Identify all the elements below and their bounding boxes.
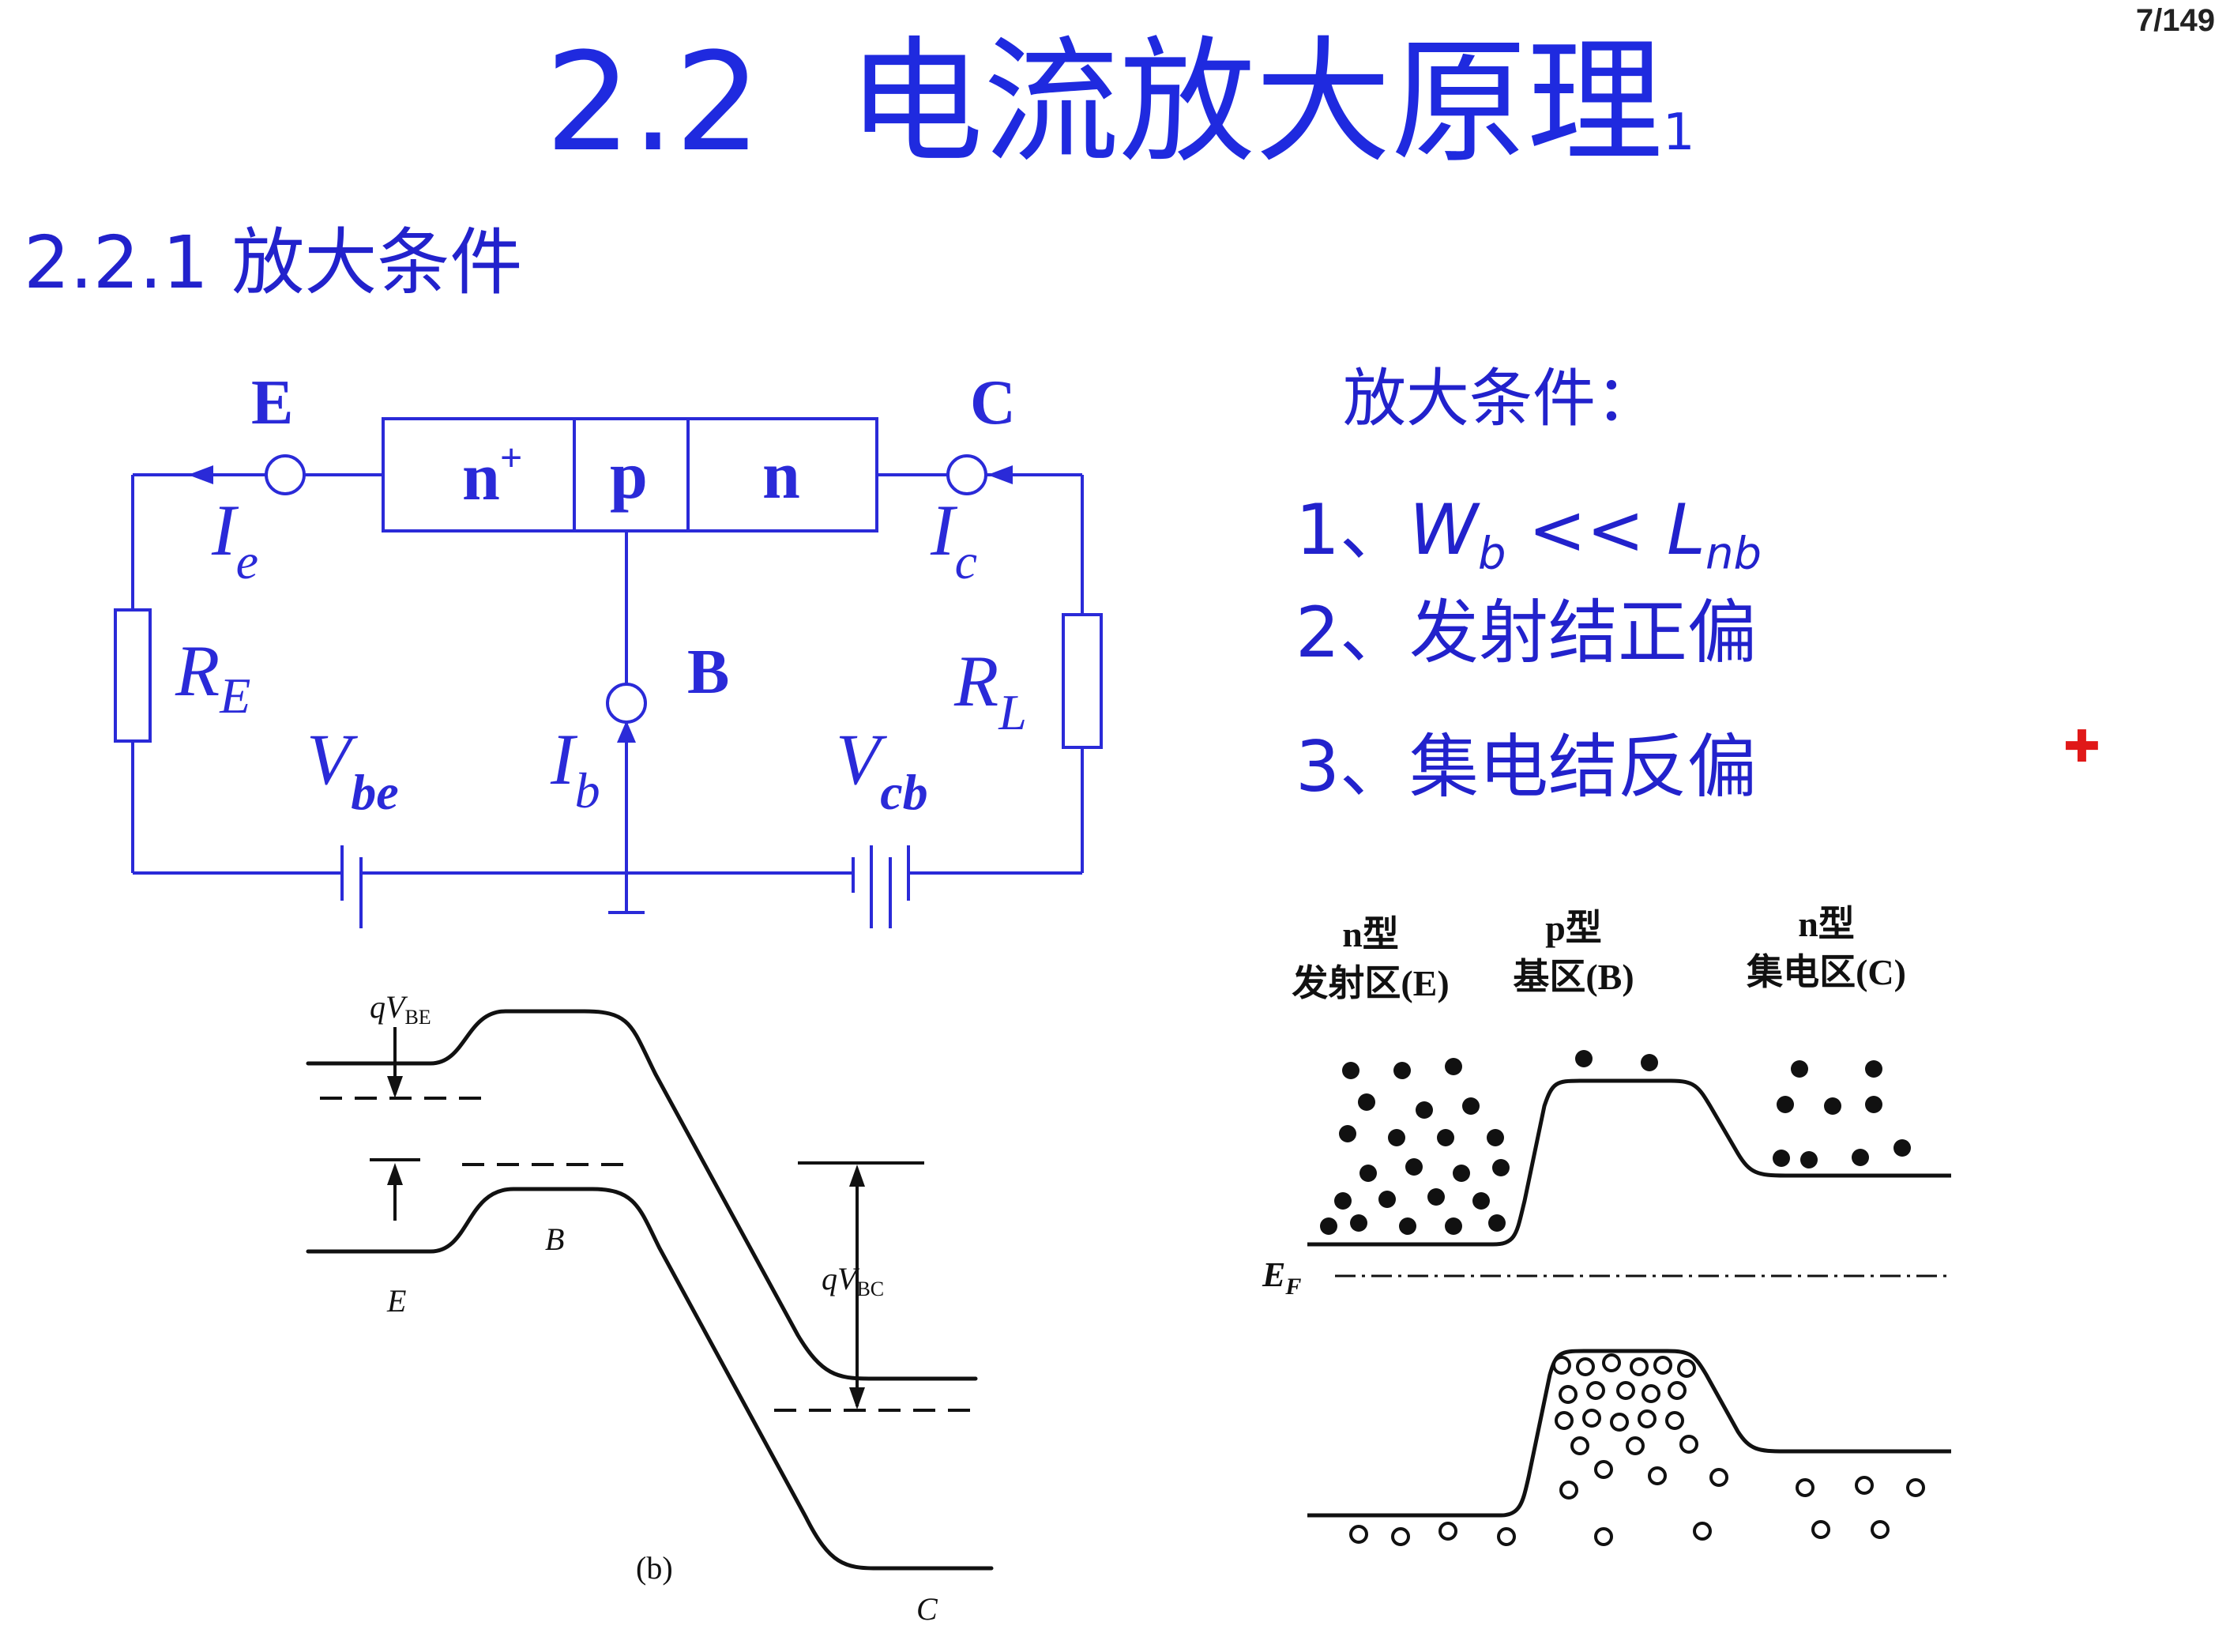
qvbc-arrowhead-down (849, 1387, 865, 1409)
condition-1-w-sub: b (1478, 528, 1506, 580)
page-counter: 7/149 (2135, 3, 2215, 38)
condition-1-l: L (1666, 489, 1706, 570)
conduction-band-edge (306, 1009, 978, 1381)
band-label-e: E (386, 1283, 406, 1319)
condition-1-l-sub: nb (1705, 528, 1762, 580)
qvbe-label: qVBE (370, 989, 431, 1029)
condition-2: 2、发射结正偏 (1296, 592, 1757, 673)
band-label-c: C (916, 1591, 938, 1627)
qvbe-arrowhead (387, 1076, 403, 1098)
fermi-label: EF (1262, 1255, 1301, 1300)
condition-1-op: << (1506, 489, 1667, 570)
electrons (1320, 1050, 1911, 1235)
slide: 7/149 2.2 电流放大原理1 2.2.1 放大条件 E C B n+ p … (0, 0, 2215, 1652)
emitter-name: 发射区(E) (1292, 963, 1449, 1003)
condition-1: 1、Wb << Lnb (1296, 474, 1762, 580)
qvbc-label: qVBC (822, 1261, 884, 1300)
conditions-title: 放大条件： (1343, 362, 1659, 435)
red-cross-marker: ✚ (2063, 721, 2100, 773)
base-type: p型 (1545, 908, 1602, 948)
qvbc-arrowhead-up (849, 1165, 865, 1187)
band-caption: (b) (636, 1550, 673, 1586)
collector-type: n型 (1798, 904, 1855, 944)
slide-title-subscript: 1 (1662, 103, 1695, 162)
condition-1-number: 1、 (1296, 489, 1409, 570)
base-name: 基区(B) (1513, 957, 1634, 997)
valence-band (1307, 1349, 1951, 1518)
resistor-rl (1062, 613, 1103, 749)
condition-1-w: W (1409, 489, 1479, 570)
band-diagram-right: n型 发射区(E) p型 基区(B) n型 集电区(C) EF (1262, 904, 1951, 1546)
condition-3: 3、集电结反偏 (1296, 726, 1757, 807)
band-label-b: B (545, 1221, 564, 1257)
band-diagram-left: qVBE qVBC E B C (b) (306, 989, 994, 1627)
collector-name: 集电区(C) (1746, 952, 1906, 992)
qvbe-arrowhead-up (387, 1163, 403, 1185)
emitter-type: n型 (1342, 914, 1399, 954)
